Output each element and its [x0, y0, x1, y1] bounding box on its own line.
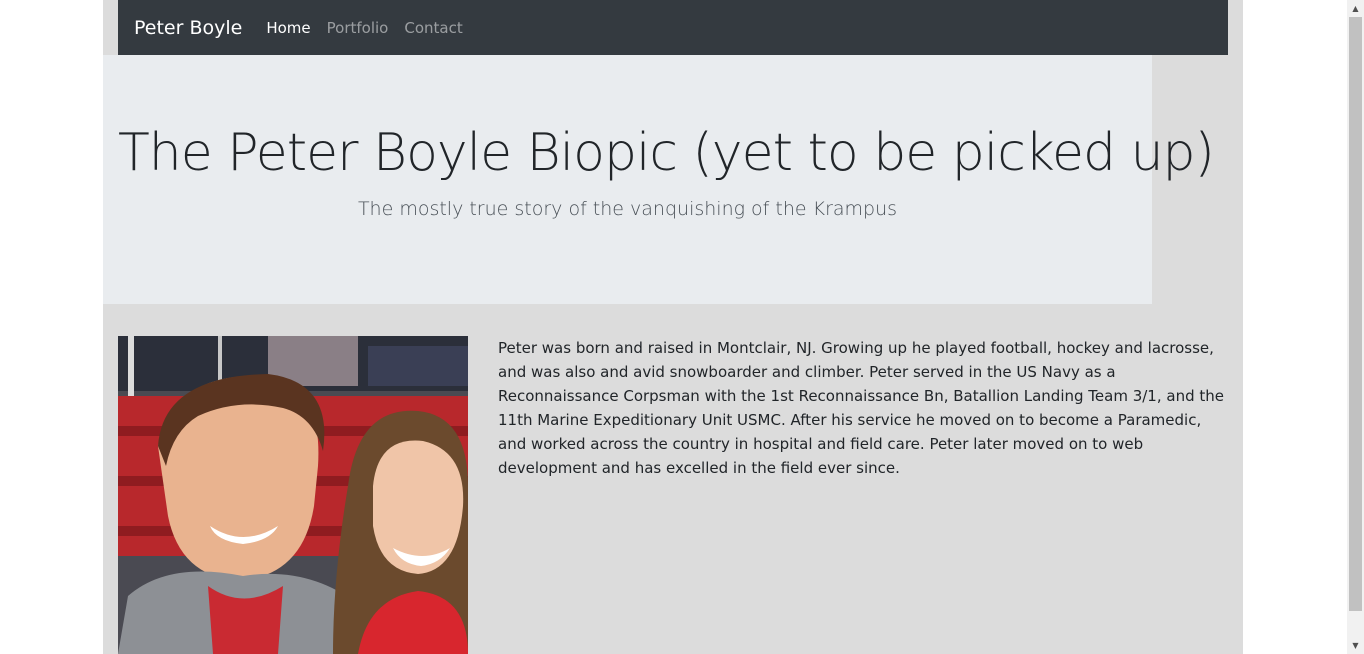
top-navbar: Peter Boyle Home Portfolio Contact [118, 0, 1228, 55]
scroll-up-arrow-icon[interactable]: ▲ [1347, 0, 1364, 17]
nav-link-home[interactable]: Home [266, 19, 310, 37]
nav-link-contact[interactable]: Contact [404, 19, 462, 37]
vertical-scrollbar[interactable]: ▲ ▼ [1347, 0, 1364, 654]
page-container: Peter Boyle Home Portfolio Contact The P… [103, 0, 1243, 654]
hero-subtitle: The mostly true story of the vanquishing… [357, 198, 898, 220]
bio-paragraph: Peter was born and raised in Montclair, … [498, 339, 1224, 477]
profile-photo [118, 336, 468, 654]
hero-jumbotron: The Peter Boyle Biopic (yet to be picked… [103, 55, 1215, 304]
navbar-brand[interactable]: Peter Boyle [134, 17, 242, 39]
profile-photo-image [118, 336, 468, 654]
scroll-down-arrow-icon[interactable]: ▼ [1347, 637, 1364, 654]
hero-title: The Peter Boyle Biopic (yet to be picked… [118, 123, 1215, 183]
nav-link-portfolio[interactable]: Portfolio [327, 19, 389, 37]
scroll-thumb[interactable] [1349, 17, 1362, 611]
